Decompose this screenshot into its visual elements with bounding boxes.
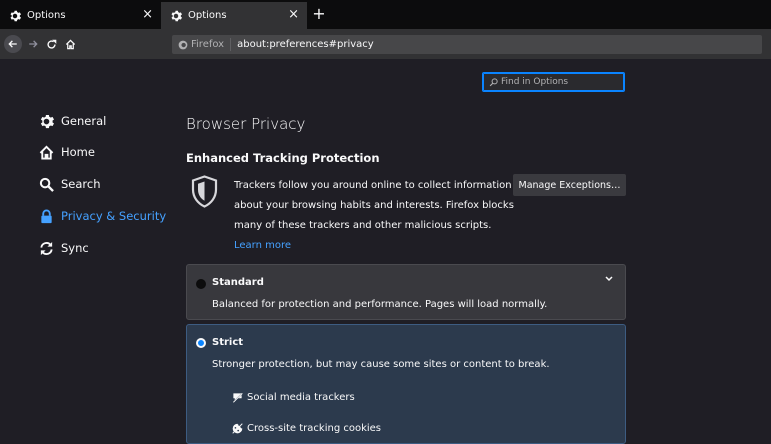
search-icon	[489, 77, 498, 87]
section-title: Enhanced Tracking Protection	[186, 151, 380, 165]
home-icon	[65, 38, 76, 50]
reload-button[interactable]	[44, 35, 58, 53]
new-tab-button[interactable]: +	[311, 4, 327, 23]
chevron-down-icon[interactable]	[605, 275, 613, 285]
sidebar-item-label: Home	[61, 145, 95, 159]
page-title: Browser Privacy	[186, 115, 306, 133]
firefox-logo-icon	[178, 40, 188, 50]
gear-icon	[169, 9, 183, 23]
option-description: Stronger protection, but may cause some …	[212, 359, 550, 370]
forward-button[interactable]	[26, 35, 40, 53]
manage-exceptions-button[interactable]: Manage Exceptions…	[513, 174, 626, 196]
strict-radio[interactable]	[196, 338, 206, 348]
cookie-icon	[231, 422, 243, 434]
tab-options-1[interactable]: Options ×	[0, 2, 161, 29]
tab-strip: Options × Options × +	[0, 0, 771, 29]
gear-icon	[8, 9, 22, 23]
option-title: Standard	[212, 277, 264, 288]
sidebar-item-sync[interactable]: Sync	[38, 238, 89, 258]
social-tracker-icon	[231, 391, 243, 403]
option-title: Strict	[212, 337, 244, 348]
home-button[interactable]	[62, 35, 78, 53]
find-in-options-box[interactable]	[482, 72, 625, 92]
home-icon	[38, 144, 54, 160]
tab-label: Options	[188, 10, 227, 21]
sidebar-item-label: Search	[61, 177, 101, 191]
identity-label: Firefox	[191, 39, 225, 50]
sidebar-item-label: Sync	[61, 241, 89, 255]
standard-option[interactable]: Standard Balanced for protection and per…	[186, 264, 626, 320]
arrow-left-icon	[8, 39, 18, 49]
tab-options-2[interactable]: Options ×	[161, 2, 307, 29]
sidebar-item-privacy-security[interactable]: Privacy & Security	[38, 206, 166, 226]
arrow-right-icon	[28, 39, 38, 49]
sidebar-item-label: Privacy & Security	[61, 209, 167, 223]
list-item-label: Cross-site tracking cookies	[247, 422, 382, 434]
tracking-description: Trackers follow you around online to col…	[234, 176, 524, 256]
url-bar[interactable]: Firefox about:preferences#privacy	[172, 35, 762, 54]
sync-icon	[38, 240, 54, 256]
gear-icon	[38, 113, 54, 129]
sidebar-item-general[interactable]: General	[38, 111, 106, 131]
sidebar-item-home[interactable]: Home	[38, 142, 95, 162]
description-line: many of these trackers and other malicio…	[234, 220, 492, 231]
back-button[interactable]	[4, 35, 22, 53]
navigation-toolbar: Firefox about:preferences#privacy	[0, 29, 771, 59]
learn-more-link[interactable]: Learn more	[234, 240, 291, 251]
reload-icon	[46, 39, 57, 50]
identity-box[interactable]: Firefox	[172, 38, 232, 51]
sidebar-item-search[interactable]: Search	[38, 174, 101, 194]
tab-label: Options	[27, 10, 66, 21]
find-in-options-input[interactable]	[498, 77, 621, 87]
list-item: Social media trackers	[231, 391, 355, 403]
list-item: Cross-site tracking cookies	[231, 422, 381, 434]
lock-icon	[38, 208, 54, 224]
description-line: Trackers follow you around online to col…	[234, 180, 512, 191]
close-icon[interactable]: ×	[288, 8, 299, 21]
list-item-label: Social media trackers	[247, 391, 355, 403]
close-icon[interactable]: ×	[142, 8, 153, 21]
strict-option[interactable]: Strict Stronger protection, but may caus…	[186, 324, 626, 444]
option-description: Balanced for protection and performance.…	[212, 299, 548, 310]
sidebar-item-label: General	[61, 114, 107, 128]
search-icon	[38, 176, 54, 192]
description-line: about your browsing habits and interests…	[234, 200, 514, 211]
url-text[interactable]: about:preferences#privacy	[231, 39, 374, 50]
preferences-content: General Home Search Privacy & Security S…	[0, 59, 771, 444]
standard-radio[interactable]	[196, 279, 206, 289]
shield-icon	[191, 175, 218, 208]
